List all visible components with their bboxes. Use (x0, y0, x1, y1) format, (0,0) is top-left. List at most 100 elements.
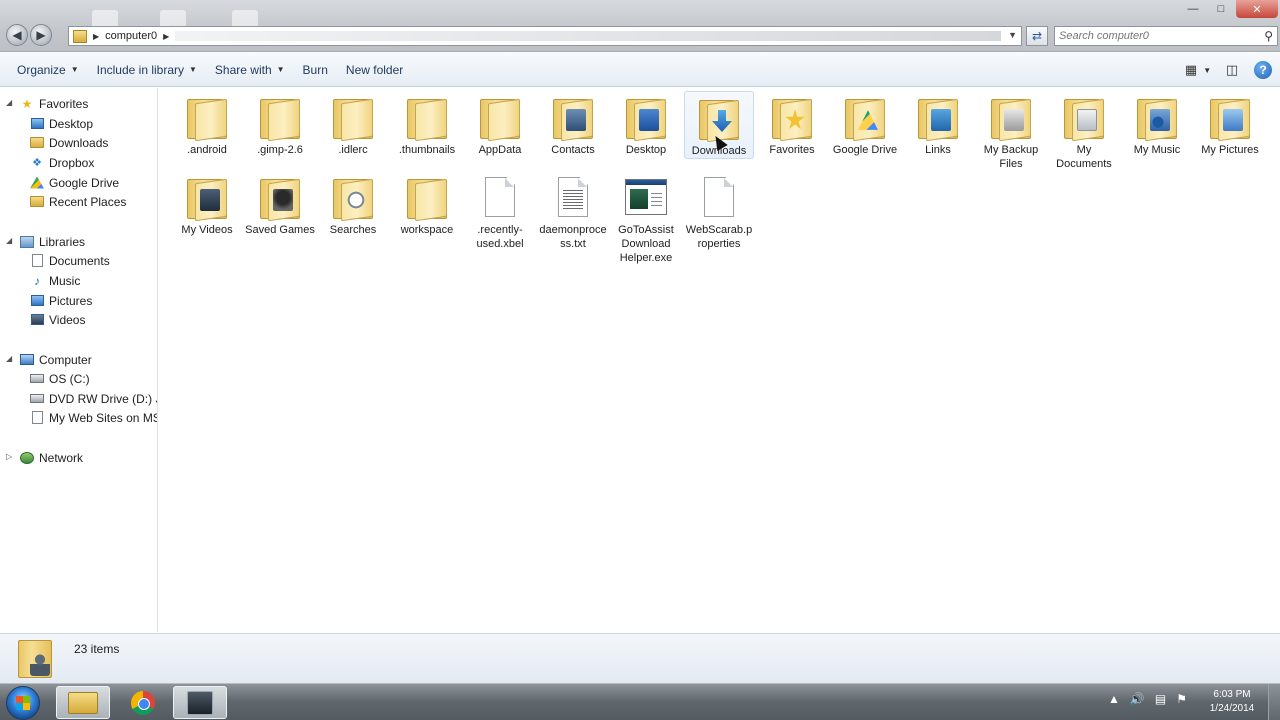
file-list[interactable]: .android .gimp-2.6 .idlerc .thumbnails A… (159, 88, 1280, 632)
item-label: Desktop (625, 144, 667, 156)
nav-libraries[interactable]: Libraries (0, 232, 157, 251)
taskbar-explorer-button[interactable] (56, 686, 110, 719)
nav-item-desktop[interactable]: Desktop (0, 114, 157, 133)
folder-item[interactable]: Desktop (611, 91, 681, 157)
file-item[interactable]: WebScarab.properties (684, 171, 754, 251)
nav-item-music[interactable]: ♪ Music (0, 271, 157, 290)
item-label: My Music (1133, 144, 1181, 156)
clock[interactable]: 6:03 PM 1/24/2014 (1200, 688, 1264, 716)
file-item[interactable]: .recently-used.xbel (465, 171, 535, 251)
nav-item-web-sites[interactable]: My Web Sites on MSN (0, 408, 158, 427)
item-label: WebScarab.properties (685, 224, 753, 250)
nav-item-label: Dropbox (49, 155, 95, 170)
desktop-folder-icon (626, 98, 666, 142)
taskbar-chrome-button[interactable] (116, 686, 170, 719)
music-folder-icon (1137, 98, 1177, 142)
folder-item[interactable]: AppData (465, 91, 535, 157)
folder-item[interactable]: .android (172, 91, 242, 157)
nav-item-documents[interactable]: Documents (0, 251, 157, 270)
back-button[interactable]: ◀ (6, 24, 28, 46)
folder-item[interactable]: Saved Games (245, 171, 315, 237)
file-item[interactable]: daemonprocess.txt (538, 171, 608, 251)
chevron-down-icon[interactable]: ▼ (1203, 66, 1211, 75)
forward-button[interactable]: ▶ (30, 24, 52, 46)
folder-item[interactable]: Links (903, 91, 973, 157)
command-bar: Organize ▼ Include in library ▼ Share wi… (0, 53, 1280, 87)
folder-item[interactable]: Contacts (538, 91, 608, 157)
close-button[interactable]: ✕ (1236, 0, 1278, 18)
include-in-library-button[interactable]: Include in library ▼ (88, 58, 206, 82)
chevron-down-icon: ▼ (70, 65, 79, 74)
nav-computer[interactable]: Computer (0, 350, 157, 369)
address-bar[interactable]: ▶ computer0 ▶ ▼ (68, 26, 1022, 46)
search-box[interactable]: ⚲ (1054, 26, 1278, 46)
start-button[interactable] (6, 686, 40, 720)
item-label: My Documents (1056, 144, 1112, 170)
item-label: AppData (478, 144, 522, 156)
show-desktop-button[interactable] (1268, 684, 1280, 720)
nav-favorites[interactable]: ★ Favorites (0, 94, 157, 113)
network-icon (20, 451, 34, 464)
nav-item-videos[interactable]: Videos (0, 310, 157, 329)
address-empty-area[interactable] (175, 31, 1001, 41)
minimize-button[interactable]: — (1180, 0, 1206, 18)
google-drive-icon (30, 176, 44, 189)
application-icon (187, 690, 213, 715)
clock-time: 6:03 PM (1213, 689, 1251, 700)
folder-item[interactable]: My Videos (172, 171, 242, 237)
breadcrumb-computer0[interactable]: computer0 (105, 30, 157, 42)
change-view-button[interactable]: ▦ ▼ (1185, 58, 1211, 82)
preview-pane-button[interactable]: ◫ (1220, 58, 1244, 82)
nav-item-recent-places[interactable]: Recent Places (0, 192, 157, 211)
folder-item[interactable]: My Music (1122, 91, 1192, 157)
folder-item[interactable]: Favorites (757, 91, 827, 157)
folder-item[interactable]: .idlerc (318, 91, 388, 157)
title-bar: — □ ✕ ◀ ▶ ▶ computer0 ▶ ▼ ⇄ ⚲ (0, 0, 1280, 52)
nav-item-label: My Web Sites on MSN (49, 410, 158, 425)
star-icon: ★ (21, 96, 33, 111)
share-with-button[interactable]: Share with ▼ (206, 58, 294, 82)
breadcrumb-separator-icon[interactable]: ▶ (163, 32, 169, 41)
breadcrumb-separator-icon[interactable]: ▶ (93, 32, 99, 41)
folder-item[interactable]: My Documents (1049, 91, 1119, 171)
show-hidden-icons-icon[interactable]: ▲ (1108, 692, 1120, 706)
folder-item[interactable]: My Pictures (1195, 91, 1265, 157)
folder-item[interactable]: .gimp-2.6 (245, 91, 315, 157)
network-status-icon[interactable]: ▤ (1155, 692, 1166, 706)
nav-item-google-drive[interactable]: Google Drive (0, 173, 157, 192)
chevron-down-icon[interactable]: ▼ (1008, 30, 1017, 40)
nav-network[interactable]: Network (0, 448, 157, 467)
folder-item[interactable]: workspace (392, 171, 462, 237)
item-label: Contacts (551, 144, 595, 156)
links-folder-icon (918, 98, 958, 142)
folder-icon (73, 29, 87, 43)
item-label: My Videos (181, 224, 233, 236)
nav-item-pictures[interactable]: Pictures (0, 291, 157, 310)
item-label: Google Drive (832, 144, 898, 156)
search-input[interactable] (1059, 30, 1265, 42)
file-item[interactable]: GoToAssist Download Helper.exe (611, 171, 681, 265)
folder-item[interactable]: .thumbnails (392, 91, 462, 157)
help-icon[interactable]: ? (1254, 61, 1272, 79)
forward-arrow-icon: ▶ (36, 28, 46, 42)
file-icon (704, 177, 734, 217)
nav-item-os-c[interactable]: OS (C:) (0, 369, 157, 388)
nav-item-dvd-drive[interactable]: DVD RW Drive (D:) Jan (0, 389, 157, 408)
favorites-folder-icon (772, 98, 812, 142)
taskbar-app-button[interactable] (173, 686, 227, 719)
maximize-button[interactable]: □ (1208, 0, 1234, 18)
nav-item-dropbox[interactable]: ❖ Dropbox (0, 153, 157, 172)
refresh-button[interactable]: ⇄ (1026, 26, 1048, 46)
burn-button[interactable]: Burn (294, 58, 337, 82)
nav-favorites-label: Favorites (39, 96, 89, 111)
new-folder-button[interactable]: New folder (337, 58, 412, 82)
volume-icon[interactable]: 🔊 (1130, 692, 1145, 706)
folder-item[interactable]: Google Drive (830, 91, 900, 157)
folder-item[interactable]: Searches (318, 171, 388, 237)
action-center-icon[interactable]: ⚑ (1176, 692, 1187, 706)
dropbox-icon: ❖ (32, 157, 42, 169)
folder-item[interactable]: My Backup Files (976, 91, 1046, 171)
nav-item-downloads[interactable]: Downloads (0, 133, 157, 152)
videos-icon (30, 314, 44, 325)
organize-button[interactable]: Organize ▼ (8, 58, 88, 82)
